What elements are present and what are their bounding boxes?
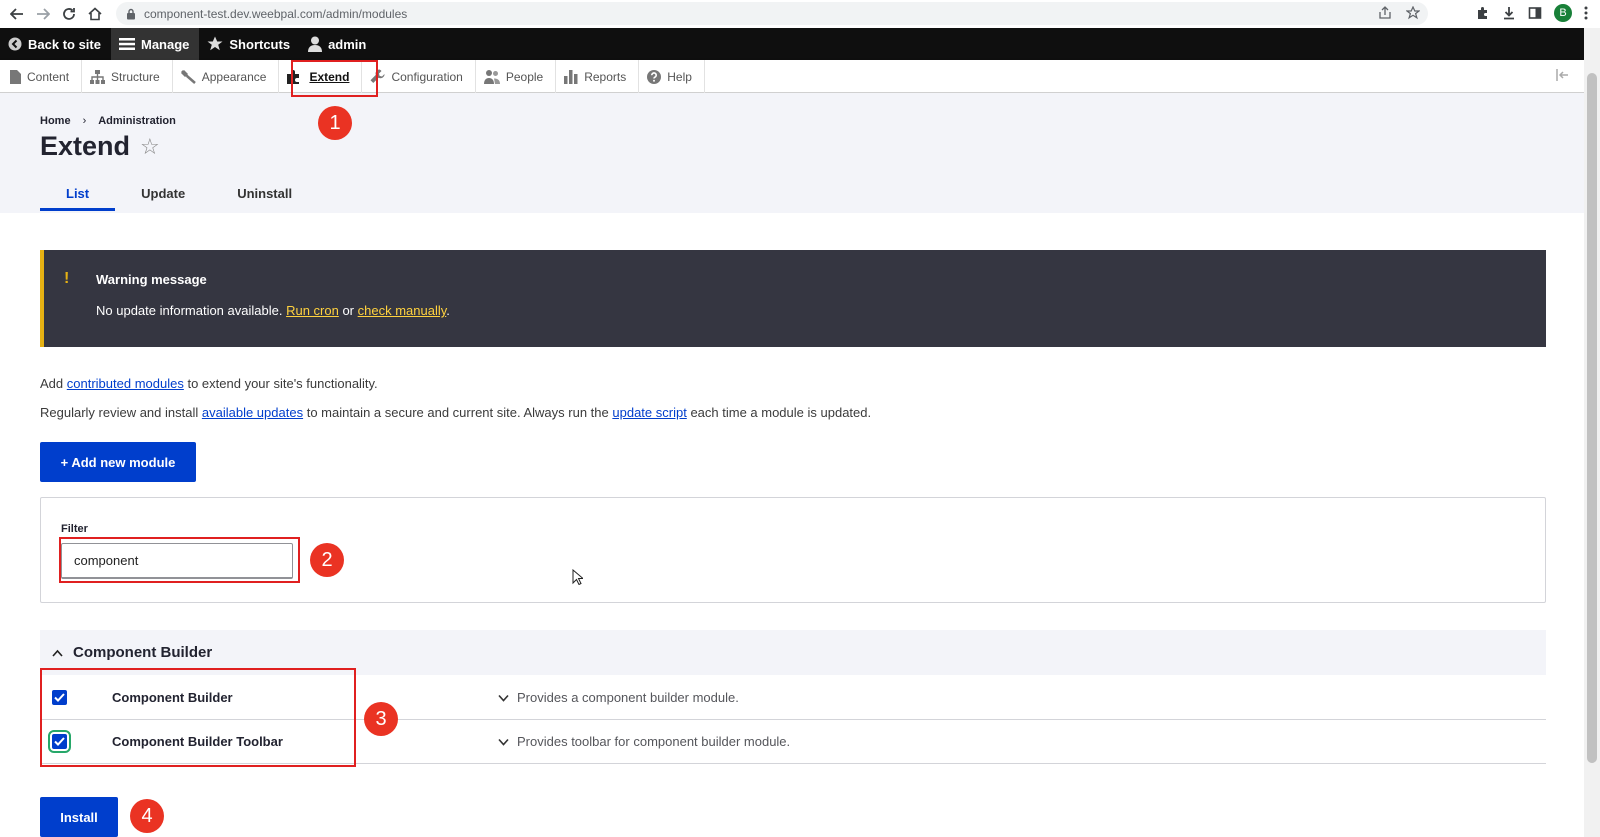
warning-message: ! Warning message No update information …: [40, 250, 1546, 347]
available-updates-link[interactable]: available updates: [202, 405, 303, 420]
annotation-number-4: 4: [130, 799, 164, 833]
check-manually-link[interactable]: check manually: [358, 303, 447, 318]
chevron-down-icon: [498, 738, 509, 746]
page-header: Home › Administration Extend ☆ List Upda…: [0, 93, 1600, 213]
module-description[interactable]: Provides a component builder module.: [498, 690, 739, 705]
mouse-cursor-icon: [572, 569, 583, 585]
annotation-number-3: 3: [364, 702, 398, 736]
lock-icon: [126, 8, 138, 20]
breadcrumb-administration[interactable]: Administration: [98, 115, 176, 127]
breadcrumb-home[interactable]: Home: [40, 115, 71, 127]
group-title: Component Builder: [73, 644, 213, 661]
bookmark-star-icon[interactable]: [1406, 6, 1420, 20]
paintbrush-icon: [180, 69, 196, 84]
warning-icon: !: [64, 270, 70, 287]
help-icon: [647, 69, 662, 84]
chevron-down-icon: [498, 694, 509, 702]
browser-toolbar: component-test.dev.weebpal.com/admin/mod…: [0, 0, 1600, 28]
bar-chart-icon: [564, 69, 578, 84]
people-icon: [483, 69, 500, 84]
intro-line-2: Regularly review and install available u…: [40, 405, 872, 420]
page-tabs: List Update Uninstall: [40, 179, 318, 211]
collapse-tray-icon[interactable]: [1556, 68, 1570, 82]
user-icon: [308, 36, 323, 52]
share-icon[interactable]: [1378, 6, 1392, 20]
contributed-modules-link[interactable]: contributed modules: [67, 376, 184, 391]
run-cron-link[interactable]: Run cron: [286, 303, 339, 318]
tab-uninstall[interactable]: Uninstall: [211, 179, 318, 211]
tray-item-appearance[interactable]: Appearance: [173, 60, 280, 93]
profile-avatar[interactable]: B: [1554, 4, 1572, 22]
module-description[interactable]: Provides toolbar for component builder m…: [498, 734, 790, 749]
page-title: Extend ☆: [40, 131, 160, 161]
page-scrollbar[interactable]: [1584, 28, 1600, 837]
admin-toolbar: Back to site Manage Shortcuts admin: [0, 28, 1600, 60]
manage-tab[interactable]: Manage: [110, 28, 200, 60]
admin-menu-tray: Content Structure Appearance Extend Conf…: [0, 60, 1600, 93]
intro-line-1: Add contributed modules to extend your s…: [40, 376, 378, 391]
kebab-menu-icon[interactable]: [1584, 6, 1588, 20]
tray-item-reports[interactable]: Reports: [556, 60, 640, 93]
annotation-number-2: 2: [310, 543, 344, 577]
forward-arrow-icon[interactable]: [30, 1, 56, 27]
user-tab[interactable]: admin: [300, 28, 376, 60]
download-icon[interactable]: [1502, 6, 1516, 20]
tray-item-people[interactable]: People: [476, 60, 557, 93]
back-arrow-icon[interactable]: [4, 1, 30, 27]
update-script-link[interactable]: update script: [612, 405, 686, 420]
warning-body: No update information available. Run cro…: [96, 303, 450, 318]
chevron-up-icon: [52, 649, 63, 657]
annotation-number-1: 1: [318, 106, 352, 140]
address-bar[interactable]: component-test.dev.weebpal.com/admin/mod…: [116, 2, 1428, 25]
scrollbar-thumb[interactable]: [1587, 73, 1597, 763]
breadcrumb: Home › Administration: [40, 115, 176, 127]
annotation-box-filter: [59, 537, 300, 583]
warning-title: Warning message: [96, 272, 207, 287]
hamburger-icon: [118, 37, 135, 51]
breadcrumb-separator: ›: [82, 115, 87, 127]
filter-label: Filter: [61, 523, 88, 535]
document-icon: [10, 69, 21, 84]
tray-item-content[interactable]: Content: [0, 60, 83, 93]
add-new-module-button[interactable]: + Add new module: [40, 442, 196, 482]
back-circle-icon: [8, 37, 22, 51]
install-button[interactable]: Install: [40, 797, 118, 837]
home-icon[interactable]: [82, 1, 108, 27]
back-to-site-link[interactable]: Back to site: [0, 28, 111, 60]
side-panel-icon[interactable]: [1528, 6, 1542, 20]
tray-item-configuration[interactable]: Configuration: [362, 60, 476, 93]
tab-update[interactable]: Update: [115, 179, 211, 211]
annotation-box-modules: [40, 668, 356, 767]
url-text: component-test.dev.weebpal.com/admin/mod…: [144, 6, 408, 21]
annotation-box-extend: [291, 60, 378, 97]
shortcuts-tab[interactable]: Shortcuts: [199, 28, 300, 60]
tray-item-structure[interactable]: Structure: [82, 60, 173, 93]
reload-icon[interactable]: [56, 1, 82, 27]
tab-list[interactable]: List: [40, 179, 116, 211]
add-shortcut-star-icon[interactable]: ☆: [140, 134, 160, 160]
extensions-icon[interactable]: [1476, 6, 1490, 20]
star-icon: [207, 36, 223, 52]
tray-item-help[interactable]: Help: [639, 60, 705, 93]
sitemap-icon: [90, 69, 106, 84]
